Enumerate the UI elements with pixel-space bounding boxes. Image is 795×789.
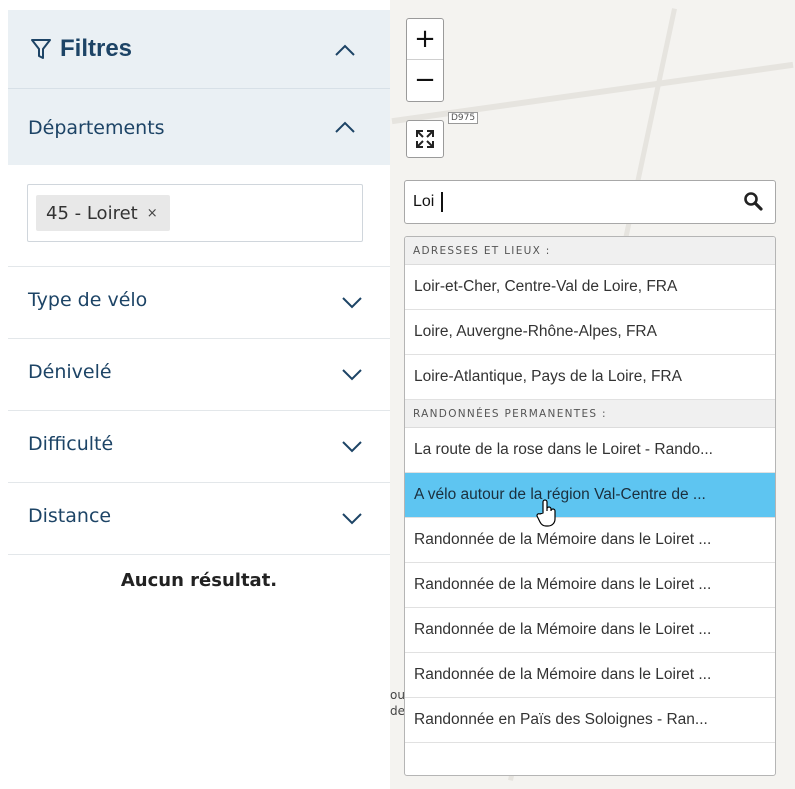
chevron-up-icon[interactable] (335, 121, 355, 133)
suggestion-item[interactable]: Loire-Atlantique, Pays de la Loire, FRA (405, 355, 775, 400)
filter-panel: Filtres Départements 45 - Loiret × Type … (0, 0, 390, 789)
zoom-out-button[interactable]: − (407, 59, 443, 100)
section-label: Type de vélo (28, 289, 148, 311)
filters-title: Filtres (60, 35, 133, 62)
zoom-in-button[interactable]: + (407, 19, 443, 59)
chevron-down-icon[interactable] (342, 513, 362, 525)
departements-label: Départements (28, 117, 165, 139)
filter-section-denivele[interactable]: Dénivelé (8, 338, 390, 409)
suggestion-item[interactable]: Randonnée de la Mémoire dans le Loiret .… (405, 563, 775, 608)
filter-section-difficulte[interactable]: Difficulté (8, 410, 390, 481)
filter-section-distance[interactable]: Distance (8, 482, 390, 553)
suggestion-item[interactable]: Loir-et-Cher, Centre-Val de Loire, FRA (405, 265, 775, 310)
address-search-input[interactable] (413, 191, 733, 213)
departements-multiselect[interactable]: 45 - Loiret × (27, 184, 363, 242)
no-result-message: Aucun résultat. (120, 570, 278, 591)
chevron-down-icon[interactable] (342, 297, 362, 309)
suggestion-item[interactable]: La route de la rose dans le Loiret - Ran… (405, 428, 775, 473)
road-label: D975 (448, 112, 479, 124)
expand-icon (416, 130, 434, 148)
map-place-text: de (390, 704, 405, 718)
search-suggestions-dropdown: ADRESSES ET LIEUX : Loir-et-Cher, Centre… (404, 236, 776, 776)
suggestion-item[interactable]: Randonnée de la Mémoire dans le Loiret .… (405, 608, 775, 653)
filter-funnel-icon (31, 39, 51, 59)
suggestion-item[interactable]: Loire, Auvergne-Rhône-Alpes, FRA (405, 310, 775, 355)
fullscreen-button[interactable] (406, 120, 444, 158)
search-icon[interactable] (743, 191, 763, 211)
address-search-box[interactable] (404, 180, 776, 224)
suggestion-item[interactable]: Randonnée de la Mémoire dans le Loiret .… (405, 518, 775, 563)
filters-title-group: Filtres (30, 35, 132, 63)
chip-label: 45 - Loiret (46, 202, 138, 224)
suggestion-item[interactable]: Randonnée de la Mémoire dans le Loiret .… (405, 653, 775, 698)
chevron-down-icon[interactable] (342, 441, 362, 453)
suggestion-item[interactable]: Randonnée en Païs des Soloignes - Ran... (405, 698, 775, 743)
divider (8, 554, 390, 555)
suggestion-group-header: ADRESSES ET LIEUX : (405, 237, 775, 265)
text-caret (441, 192, 443, 212)
suggestion-item-highlighted[interactable]: A vélo autour de la région Val-Centre de… (405, 473, 775, 518)
selected-departement-chip: 45 - Loiret × (36, 195, 170, 231)
departements-section-header[interactable]: Départements (8, 88, 390, 165)
section-label: Distance (28, 505, 112, 527)
suggestion-group-header: RANDONNÉES PERMANENTES : (405, 400, 775, 428)
hand-cursor-icon (536, 499, 556, 527)
chevron-up-icon[interactable] (335, 44, 355, 56)
map-place-text: ou (390, 688, 405, 702)
filters-header[interactable]: Filtres (8, 10, 390, 88)
section-label: Dénivelé (28, 361, 112, 383)
map-view[interactable]: + − D975 ou de ADRESSES ET LIEUX : Loir-… (390, 0, 795, 789)
filter-section-type-de-velo[interactable]: Type de vélo (8, 266, 390, 337)
chevron-down-icon[interactable] (342, 369, 362, 381)
section-label: Difficulté (28, 433, 114, 455)
zoom-control: + − (406, 18, 444, 102)
chip-remove-icon[interactable]: × (147, 206, 158, 221)
